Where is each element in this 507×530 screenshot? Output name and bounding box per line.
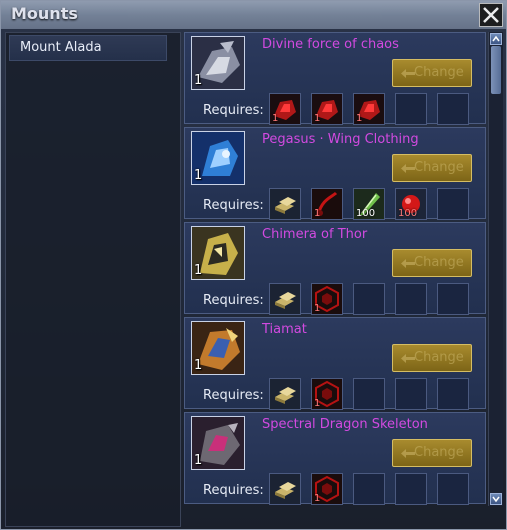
change-button[interactable]: Change xyxy=(392,439,472,467)
mount-thumbnail[interactable]: 1 xyxy=(191,416,245,470)
mount-name: Pegasus · Wing Clothing xyxy=(262,132,419,147)
mounts-window: Mounts Mount Alada 1 Divine force of cha… xyxy=(0,0,507,530)
sidebar-item-label: Mount Alada xyxy=(20,40,102,55)
requirement-quantity: 1 xyxy=(314,208,321,219)
mount-thumbnail[interactable]: 1 xyxy=(191,226,245,280)
change-button-label: Change xyxy=(414,65,464,80)
requirement-slot[interactable] xyxy=(353,378,385,410)
requirement-quantity: 1 xyxy=(272,113,279,124)
requires-label: Requires: xyxy=(203,103,264,118)
scroll-down-button[interactable] xyxy=(490,493,502,505)
mount-name: Spectral Dragon Skeleton xyxy=(262,417,428,432)
arrow-left-icon xyxy=(401,259,415,268)
change-button-label: Change xyxy=(414,160,464,175)
requirement-quantity: 100 xyxy=(356,208,376,219)
requirement-quantity: 1 xyxy=(356,113,363,124)
requires-label: Requires: xyxy=(203,388,264,403)
mount-thumbnail[interactable]: 1 xyxy=(191,131,245,185)
requirement-slot[interactable] xyxy=(395,283,427,315)
requirement-slot[interactable] xyxy=(437,93,469,125)
change-button-label: Change xyxy=(414,445,464,460)
mount-card: 1 Divine force of chaos Change Requires:… xyxy=(184,32,486,125)
mount-card: 1 Chimera of Thor Change Requires: 1 xyxy=(184,222,486,315)
requirement-slot[interactable] xyxy=(437,283,469,315)
requirement-slot[interactable] xyxy=(269,473,301,505)
arrow-left-icon xyxy=(401,354,415,363)
arrow-left-icon xyxy=(401,164,415,173)
gold-bars-icon xyxy=(270,474,300,504)
close-icon xyxy=(483,7,499,23)
requirement-slot[interactable]: 100 xyxy=(353,188,385,220)
requirement-slot[interactable]: 1 xyxy=(311,378,343,410)
mount-thumbnail[interactable]: 1 xyxy=(191,321,245,375)
requirement-slot[interactable] xyxy=(353,473,385,505)
scrollbar[interactable] xyxy=(488,32,503,506)
change-button[interactable]: Change xyxy=(392,59,472,87)
requires-label: Requires: xyxy=(203,483,264,498)
requirement-slot[interactable] xyxy=(437,188,469,220)
arrow-left-icon xyxy=(401,69,415,78)
arrow-left-icon xyxy=(401,449,415,458)
mount-card: 1 Tiamat Change Requires: 1 xyxy=(184,317,486,410)
mount-thumbnail[interactable]: 1 xyxy=(191,36,245,90)
window-title: Mounts xyxy=(11,4,78,23)
change-button[interactable]: Change xyxy=(392,249,472,277)
requirement-slot[interactable]: 100 xyxy=(395,188,427,220)
gold-bars-icon xyxy=(270,379,300,409)
mount-name: Tiamat xyxy=(262,322,307,337)
requirement-quantity: 1 xyxy=(314,113,321,124)
close-button[interactable] xyxy=(479,3,503,27)
requirement-quantity: 1 xyxy=(314,398,321,409)
chevron-up-icon xyxy=(492,35,500,42)
title-bar[interactable]: Mounts xyxy=(1,1,506,29)
mount-quantity: 1 xyxy=(194,168,203,183)
requires-label: Requires: xyxy=(203,198,264,213)
change-button[interactable]: Change xyxy=(392,344,472,372)
requirement-quantity: 1 xyxy=(314,493,321,504)
requirement-slot[interactable]: 1 xyxy=(311,473,343,505)
requirement-slot[interactable] xyxy=(437,378,469,410)
requirement-slot[interactable]: 1 xyxy=(353,93,385,125)
requirement-slot[interactable]: 1 xyxy=(269,93,301,125)
mount-quantity: 1 xyxy=(194,73,203,88)
mount-quantity: 1 xyxy=(194,453,203,468)
mount-list: 1 Divine force of chaos Change Requires:… xyxy=(184,32,486,506)
scroll-thumb[interactable] xyxy=(491,46,501,94)
requirement-slot[interactable] xyxy=(269,378,301,410)
sidebar-item-mount-alada[interactable]: Mount Alada xyxy=(9,35,167,61)
scroll-up-button[interactable] xyxy=(490,33,502,45)
requirement-slot[interactable] xyxy=(395,378,427,410)
gold-bars-icon xyxy=(270,189,300,219)
gold-bars-icon xyxy=(270,284,300,314)
change-button-label: Change xyxy=(414,350,464,365)
requirement-quantity: 100 xyxy=(398,208,418,219)
requirement-slot[interactable] xyxy=(395,93,427,125)
requirement-quantity: 1 xyxy=(314,303,321,314)
change-button-label: Change xyxy=(414,255,464,270)
mount-card: 1 Pegasus · Wing Clothing Change Require… xyxy=(184,127,486,220)
change-button[interactable]: Change xyxy=(392,154,472,182)
requirement-slot[interactable] xyxy=(269,188,301,220)
requires-label: Requires: xyxy=(203,293,264,308)
mount-name: Divine force of chaos xyxy=(262,37,399,52)
requirement-slot[interactable] xyxy=(437,473,469,505)
requirement-slot[interactable] xyxy=(269,283,301,315)
requirement-slot[interactable] xyxy=(395,473,427,505)
mount-quantity: 1 xyxy=(194,263,203,278)
mount-card: 1 Spectral Dragon Skeleton Change Requir… xyxy=(184,412,486,505)
requirement-slot[interactable]: 1 xyxy=(311,188,343,220)
chevron-down-icon xyxy=(492,496,500,503)
mount-category-sidebar: Mount Alada xyxy=(5,32,181,527)
requirement-slot[interactable]: 1 xyxy=(311,283,343,315)
mount-name: Chimera of Thor xyxy=(262,227,368,242)
requirement-slot[interactable]: 1 xyxy=(311,93,343,125)
requirement-slot[interactable] xyxy=(353,283,385,315)
mount-quantity: 1 xyxy=(194,358,203,373)
